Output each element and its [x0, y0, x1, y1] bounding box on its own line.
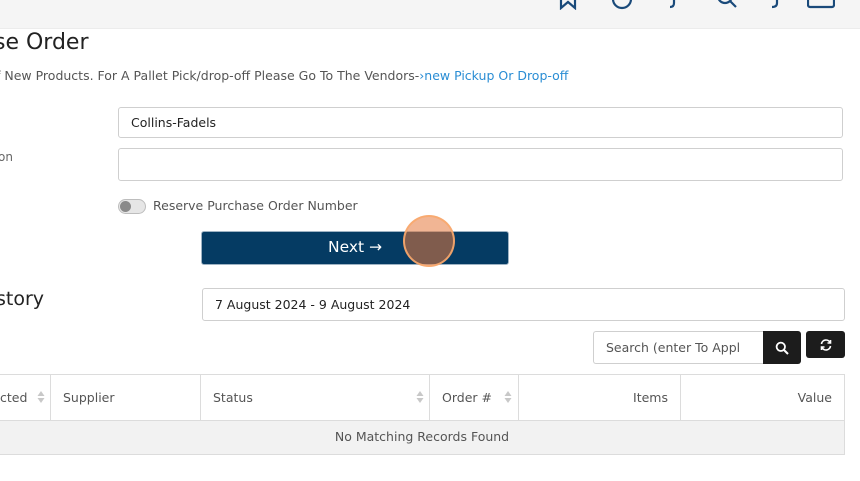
- order-history-table: cted Supplier Status Order # Items Value…: [0, 374, 845, 455]
- search-button[interactable]: [763, 331, 801, 364]
- refresh-icon: [820, 338, 831, 351]
- toggle-knob: [120, 201, 131, 212]
- column-header-created[interactable]: cted: [0, 375, 51, 420]
- column-header-order-number[interactable]: Order #: [430, 375, 519, 420]
- intro-text: f New Products. For A Pallet Pick/drop-o…: [0, 68, 568, 83]
- vendor-field[interactable]: Collins-Fadels: [118, 107, 843, 138]
- sort-icon: [416, 391, 424, 403]
- column-label: cted: [0, 390, 28, 405]
- sort-icon: [504, 391, 512, 403]
- column-label: Value: [797, 390, 832, 405]
- search-icon[interactable]: [716, 0, 738, 10]
- column-label: Supplier: [63, 390, 115, 405]
- column-header-items[interactable]: Items: [519, 375, 681, 420]
- search-icon: [775, 341, 789, 355]
- column-header-supplier[interactable]: Supplier: [51, 375, 201, 420]
- column-label: Status: [213, 390, 253, 405]
- refresh-button[interactable]: [806, 331, 845, 358]
- sort-icon: [37, 391, 45, 403]
- column-label: Order #: [442, 390, 492, 405]
- reserve-po-label: Reserve Purchase Order Number: [153, 198, 358, 213]
- column-header-status[interactable]: Status: [201, 375, 430, 420]
- bookmark-icon[interactable]: [557, 0, 579, 11]
- cursor-highlight: [403, 215, 455, 267]
- empty-table-message: No Matching Records Found: [0, 420, 844, 454]
- history-title: story: [0, 288, 45, 310]
- next-button[interactable]: Next →: [201, 231, 509, 265]
- intro-text-body: f New Products. For A Pallet Pick/drop-o…: [0, 68, 420, 83]
- notification-icon[interactable]: [662, 0, 684, 10]
- help-circle-icon[interactable]: [611, 0, 633, 10]
- phone-icon[interactable]: [763, 0, 785, 10]
- column-label: Items: [633, 390, 668, 405]
- top-navbar: [0, 0, 860, 29]
- new-pickup-link-label: new Pickup Or Drop-off: [424, 68, 569, 83]
- date-range-field[interactable]: 7 August 2024 - 9 August 2024: [202, 288, 845, 321]
- column-header-value[interactable]: Value: [681, 375, 844, 420]
- new-pickup-link[interactable]: ›new Pickup Or Drop-off: [419, 68, 568, 83]
- description-field[interactable]: [118, 148, 843, 181]
- description-label: on: [0, 150, 13, 164]
- table-search-input[interactable]: Search (enter To Appl: [593, 331, 763, 364]
- menu-icon[interactable]: [806, 0, 836, 10]
- reserve-po-toggle[interactable]: [118, 199, 146, 214]
- page-title: se Order: [0, 30, 89, 55]
